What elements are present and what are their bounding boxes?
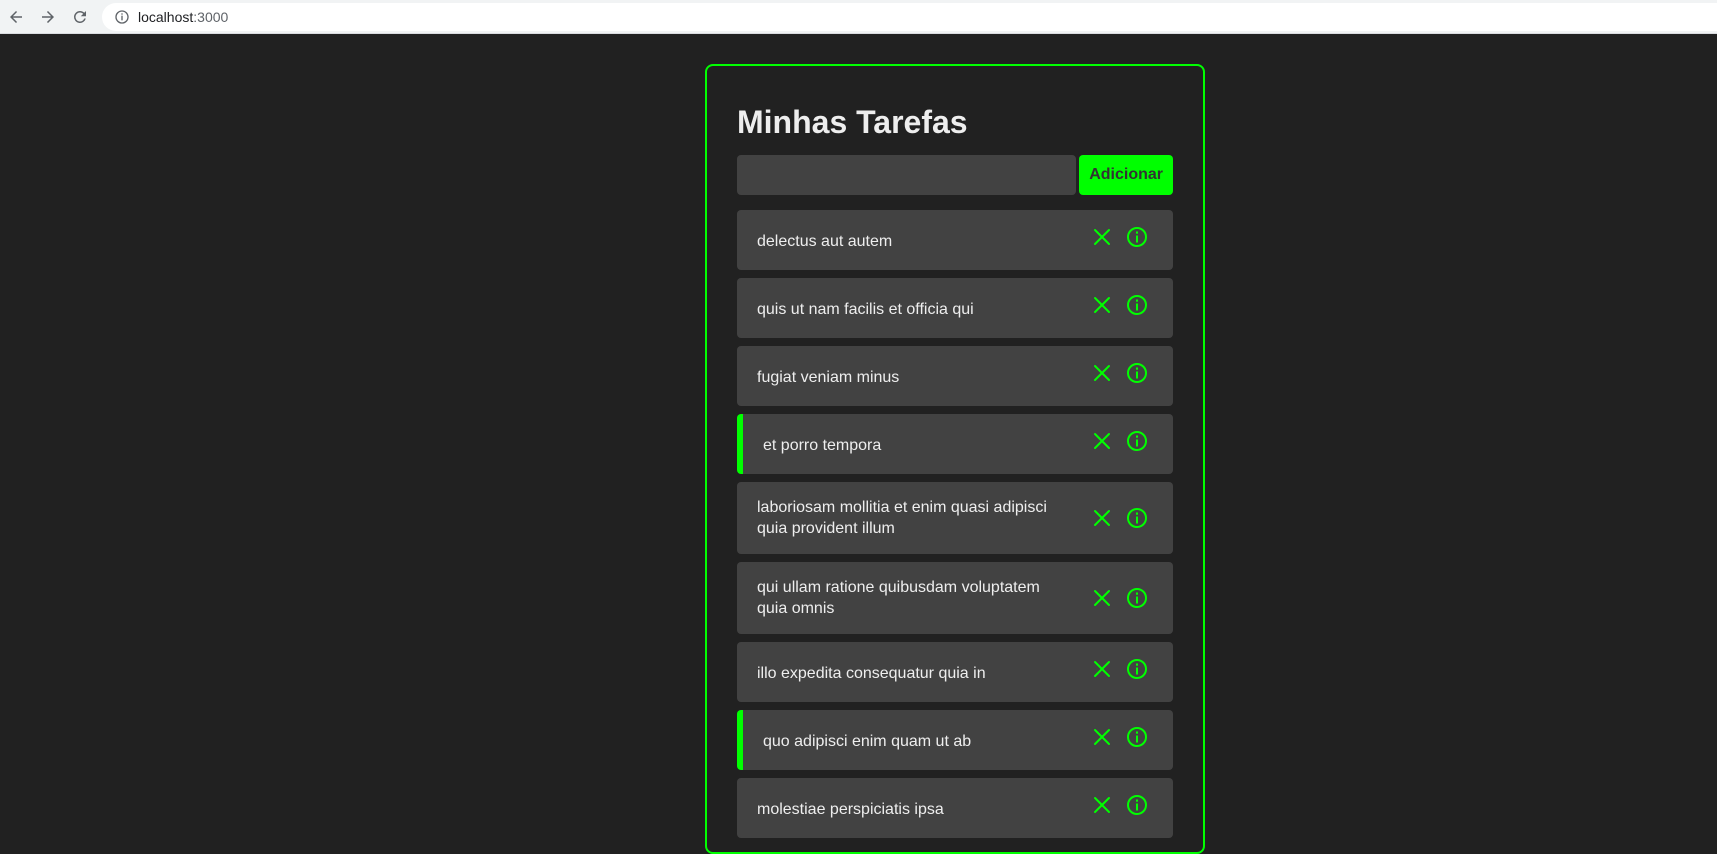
delete-task-icon[interactable] <box>1092 295 1112 315</box>
task-item[interactable]: molestiae perspiciatis ipsa <box>737 778 1173 838</box>
arrow-right-icon <box>42 10 54 23</box>
task-list: delectus aut autem quis ut nam facilis et… <box>737 210 1173 838</box>
task-actions <box>1092 226 1148 248</box>
address-bar[interactable]: localhost:3000 <box>102 2 1717 31</box>
task-label: qui ullam ratione quibusdam voluptatem q… <box>757 579 1040 617</box>
forward-button[interactable] <box>32 3 64 31</box>
add-task-form: Adicionar <box>737 155 1173 196</box>
task-label: et porro tempora <box>763 436 882 454</box>
task-item[interactable]: laboriosam mollitia et enim quasi adipis… <box>737 482 1173 554</box>
todo-card: Minhas Tarefas Adicionar delectus aut au… <box>705 64 1205 854</box>
task-actions <box>1092 507 1148 529</box>
task-info-icon[interactable] <box>1126 507 1148 529</box>
task-info-icon[interactable] <box>1126 794 1148 816</box>
task-actions <box>1092 658 1148 680</box>
add-button[interactable]: Adicionar <box>1079 155 1173 195</box>
task-item[interactable]: et porro tempora <box>737 414 1173 474</box>
delete-task-icon[interactable] <box>1092 795 1112 815</box>
task-item[interactable]: fugiat veniam minus <box>737 346 1173 406</box>
task-info-icon[interactable] <box>1126 658 1148 680</box>
url-host: localhost <box>138 8 194 25</box>
delete-task-icon[interactable] <box>1092 727 1112 747</box>
task-input[interactable] <box>737 155 1077 195</box>
task-label: laboriosam mollitia et enim quasi adipis… <box>757 499 1047 537</box>
task-item[interactable]: delectus aut autem <box>737 210 1173 270</box>
delete-task-icon[interactable] <box>1092 227 1112 247</box>
delete-task-icon[interactable] <box>1092 659 1112 679</box>
arrow-left-icon <box>10 10 22 23</box>
task-info-icon[interactable] <box>1126 294 1148 316</box>
browser-toolbar: localhost:3000 <box>0 0 1717 34</box>
task-info-icon[interactable] <box>1126 587 1148 609</box>
delete-task-icon[interactable] <box>1092 363 1112 383</box>
reload-button[interactable] <box>64 3 96 31</box>
site-info-icon[interactable] <box>114 9 130 25</box>
task-label: quo adipisci enim quam ut ab <box>763 732 972 750</box>
url-port: :3000 <box>193 8 229 25</box>
task-actions <box>1092 794 1148 816</box>
back-button[interactable] <box>0 3 32 31</box>
task-label: fugiat veniam minus <box>757 368 900 386</box>
task-label: illo expedita consequatur quia in <box>757 664 986 682</box>
task-actions <box>1092 294 1148 316</box>
task-info-icon[interactable] <box>1126 726 1148 748</box>
task-info-icon[interactable] <box>1126 430 1148 452</box>
task-actions <box>1092 587 1148 609</box>
task-info-icon[interactable] <box>1126 362 1148 384</box>
task-actions <box>1092 726 1148 748</box>
page-title: Minhas Tarefas <box>737 104 968 140</box>
task-item[interactable]: quo adipisci enim quam ut ab <box>737 710 1173 770</box>
task-label: quis ut nam facilis et officia qui <box>757 300 974 318</box>
task-label: delectus aut autem <box>757 232 893 250</box>
task-item[interactable]: qui ullam ratione quibusdam voluptatem q… <box>737 562 1173 634</box>
task-actions <box>1092 430 1148 452</box>
page: Minhas Tarefas Adicionar delectus aut au… <box>0 34 1717 854</box>
task-info-icon[interactable] <box>1126 226 1148 248</box>
delete-task-icon[interactable] <box>1092 508 1112 528</box>
delete-task-icon[interactable] <box>1092 431 1112 451</box>
delete-task-icon[interactable] <box>1092 588 1112 608</box>
task-item[interactable]: quis ut nam facilis et officia qui <box>737 278 1173 338</box>
reload-icon <box>73 10 86 23</box>
task-actions <box>1092 362 1148 384</box>
task-label: molestiae perspiciatis ipsa <box>757 800 944 818</box>
task-item[interactable]: illo expedita consequatur quia in <box>737 642 1173 702</box>
